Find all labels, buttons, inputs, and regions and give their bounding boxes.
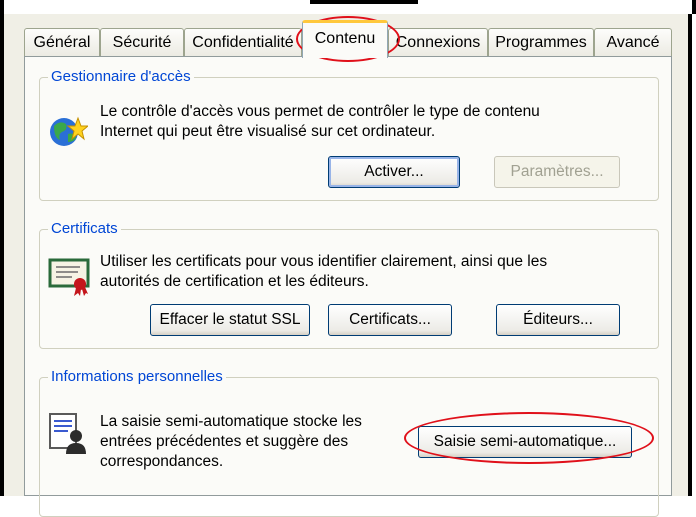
activate-button[interactable]: Activer... (328, 156, 460, 188)
personal-desc-line2: entrées précédentes et suggère des (100, 433, 349, 450)
tab-security[interactable]: Sécurité (100, 28, 184, 56)
certificates-desc-line1: Utiliser les certificats pour vous ident… (100, 253, 548, 270)
top-border (0, 0, 696, 14)
personal-info-group: Informations personnelles La saisie semi… (39, 367, 659, 517)
certificates-desc-line2: autorités de certification et les éditeu… (100, 273, 369, 290)
certificates-button[interactable]: Certificats... (328, 304, 452, 336)
access-manager-title: Gestionnaire d'accès (48, 67, 194, 87)
internet-options-dialog: Général Sécurité Confidentialité Contenu… (4, 14, 688, 517)
tab-advanced[interactable]: Avancé (594, 28, 672, 56)
settings-button[interactable]: Paramètres... (494, 156, 620, 188)
certificates-title: Certificats (48, 219, 121, 239)
access-manager-group: Gestionnaire d'accès Le contrôle d'accès… (39, 67, 659, 201)
tab-connections[interactable]: Connexions (388, 28, 488, 56)
content-tab-panel: Gestionnaire d'accès Le contrôle d'accès… (24, 56, 672, 517)
access-desc-line1: Le contrôle d'accès vous permet de contr… (100, 103, 540, 120)
certificate-icon (48, 258, 90, 296)
personal-desc-line1: La saisie semi-automatique stocke les (100, 413, 362, 430)
tab-content[interactable]: Contenu (302, 20, 388, 58)
personal-desc-line3: correspondances. (100, 453, 224, 470)
personal-info-title: Informations personnelles (48, 367, 226, 387)
globe-star-icon (50, 116, 88, 146)
tab-programs[interactable]: Programmes (488, 28, 594, 56)
clear-ssl-button[interactable]: Effacer le statut SSL (150, 304, 310, 336)
access-desc-line2: Internet qui peut être visualisé sur cet… (100, 123, 436, 140)
publishers-button[interactable]: Éditeurs... (496, 304, 620, 336)
tab-general[interactable]: Général (24, 28, 100, 56)
autocomplete-button[interactable]: Saisie semi-automatique... (418, 426, 632, 458)
document-person-icon (49, 413, 86, 454)
tab-privacy[interactable]: Confidentialité (184, 28, 302, 56)
certificates-group: Certificats Utiliser les certificats pou… (39, 219, 659, 349)
